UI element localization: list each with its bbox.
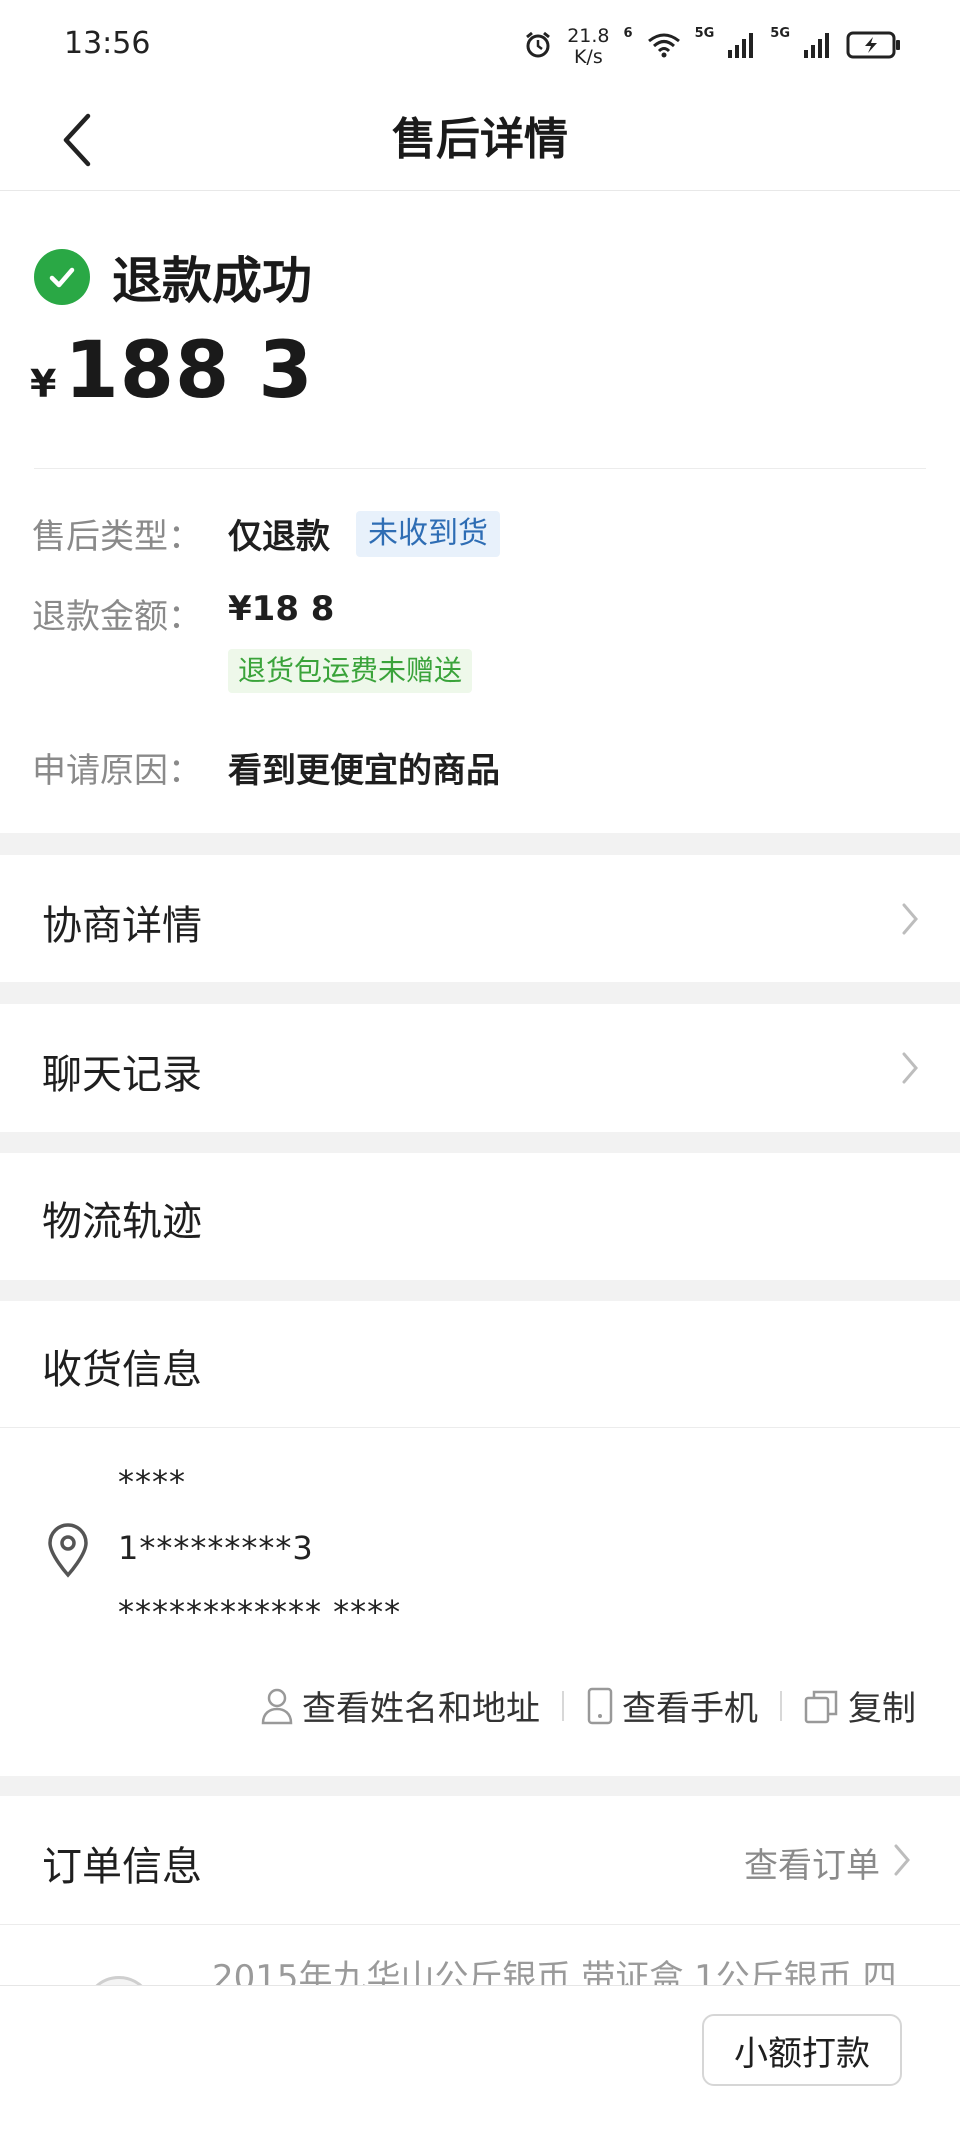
refund-status: 退款成功 (34, 241, 312, 313)
alarm-icon (523, 30, 553, 64)
separator (780, 1690, 782, 1721)
divider (34, 468, 926, 469)
divider (0, 1924, 960, 1925)
view-name-address-button[interactable]: 查看姓名和地址 (260, 1681, 540, 1730)
person-icon (261, 1688, 293, 1724)
refund-amount-label: 退款金额： (32, 597, 202, 637)
copy-button[interactable]: 复制 (804, 1681, 916, 1730)
check-circle-icon (34, 249, 90, 305)
currency-symbol: ¥ (30, 362, 57, 406)
copy-icon (804, 1690, 838, 1723)
small-payment-button[interactable]: 小额打款 (702, 2014, 902, 2086)
sim1-label: 5G (694, 26, 715, 41)
view-phone-button[interactable]: 查看手机 (586, 1681, 758, 1730)
product-row[interactable]: 2015年九华山公斤银币 带证盒 1公斤银币 四 (0, 1956, 960, 1986)
wifi-badge: 6 (623, 26, 633, 41)
phone-icon (587, 1687, 613, 1724)
chat-records-row[interactable]: 聊天记录 (0, 1004, 960, 1132)
aftersale-type-label: 售后类型： (32, 517, 202, 557)
receiving-info-card: 收货信息 **** 1*********3 ************ **** … (0, 1301, 960, 1776)
view-name-address-label: 查看姓名和地址 (302, 1689, 540, 1729)
network-speed: 21.8 K/s (567, 26, 609, 68)
copy-label: 复制 (848, 1689, 916, 1729)
chat-records-label: 聊天记录 (42, 1052, 202, 1098)
battery-charging-icon (846, 30, 902, 64)
divider (0, 1427, 960, 1428)
receiver-name: **** (118, 1463, 186, 1501)
status-time: 13:56 (64, 26, 151, 61)
logistics-label: 物流轨迹 (42, 1199, 202, 1245)
chevron-left-icon (63, 113, 91, 167)
chevron-right-icon[interactable] (886, 1840, 916, 1880)
receiver-phone: 1*********3 (118, 1529, 314, 1567)
order-info-card: 订单信息 查看订单 2015年九华山公斤银币 带证盒 1公斤银币 四 (0, 1796, 960, 1986)
signal-icon (804, 32, 832, 62)
product-title: 2015年九华山公斤银币 带证盒 1公斤银币 四 (212, 1958, 897, 1986)
refund-summary-card: 退款成功 ¥ 188 3 售后类型： 仅退款 未收到货 退款金额： ¥18 8 … (0, 191, 960, 833)
not-received-tag: 未收到货 (356, 511, 500, 557)
receiving-info-title: 收货信息 (42, 1347, 202, 1393)
signal-icon (728, 32, 756, 62)
separator (562, 1690, 564, 1721)
logistics-row[interactable]: 物流轨迹 (0, 1153, 960, 1280)
reason-label: 申请原因： (32, 751, 202, 791)
shipping-fee-tag: 退货包运费未赠送 (228, 649, 473, 693)
back-button[interactable] (48, 110, 108, 170)
status-bar: 13:56 21.8 K/s 6 5G 5G (0, 0, 960, 90)
refund-amount-value: 188 3 (64, 326, 314, 416)
nav-header: 售后详情 (0, 90, 960, 191)
network-speed-value: 21.8 (567, 25, 610, 47)
refund-status-text: 退款成功 (112, 252, 312, 310)
location-pin-icon (44, 1523, 92, 1583)
refund-amount: ¥ 188 3 (30, 326, 314, 416)
negotiation-details-row[interactable]: 协商详情 (0, 855, 960, 982)
status-icons: 21.8 K/s 6 5G 5G (523, 22, 902, 72)
order-info-title: 订单信息 (42, 1844, 202, 1890)
network-speed-unit: K/s (573, 46, 603, 68)
chevron-right-icon (902, 903, 918, 935)
chevron-right-icon (902, 1052, 918, 1084)
receiver-address: ************ **** (118, 1593, 402, 1631)
page-title: 售后详情 (392, 114, 568, 165)
address-actions: 查看姓名和地址 查看手机 复制 (260, 1681, 916, 1730)
view-order-link[interactable]: 查看订单 (744, 1838, 880, 1887)
aftersale-type-value: 仅退款 (228, 517, 330, 557)
reason-value: 看到更便宜的商品 (228, 751, 500, 791)
view-phone-label: 查看手机 (622, 1689, 758, 1729)
refund-amount-field-value: ¥18 8 (228, 589, 335, 629)
sim2-label: 5G (770, 26, 790, 41)
wifi-icon (647, 31, 681, 63)
bottom-action-bar: 小额打款 (0, 1985, 960, 2134)
negotiation-details-label: 协商详情 (42, 903, 202, 949)
